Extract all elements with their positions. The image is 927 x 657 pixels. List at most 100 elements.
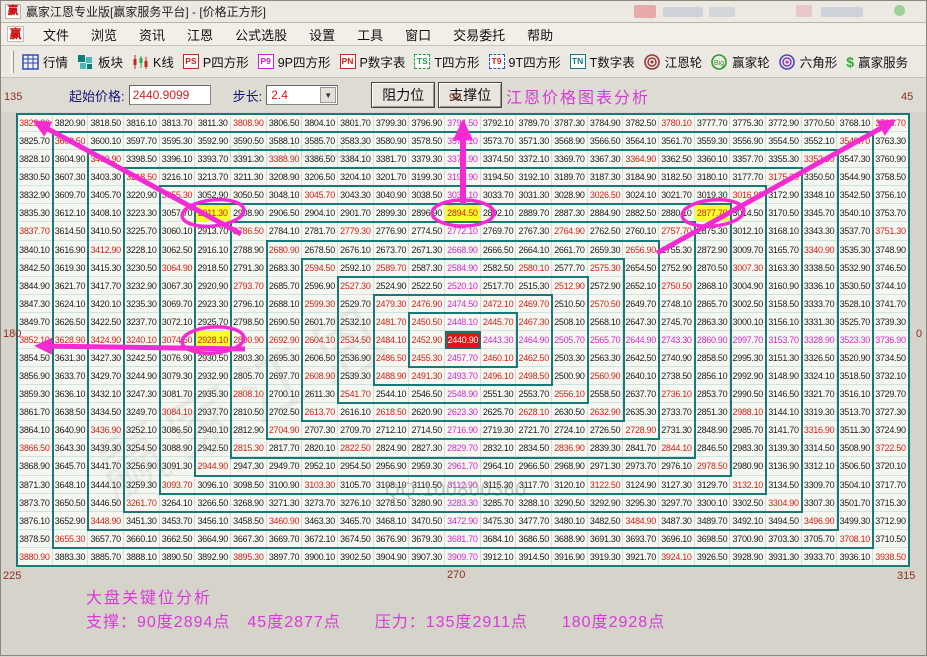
grid-cell[interactable]: 3825.70 bbox=[17, 132, 53, 150]
tool-0-quotes-table-icon[interactable]: 行情 bbox=[22, 52, 68, 71]
grid-cell[interactable]: 3352.90 bbox=[802, 150, 838, 168]
grid-cell[interactable]: 2844.10 bbox=[659, 439, 695, 457]
grid-cell[interactable]: 2515.30 bbox=[516, 277, 552, 295]
grid-cell[interactable]: 3028.90 bbox=[552, 186, 588, 204]
grid-cell[interactable]: 2976.10 bbox=[659, 457, 695, 475]
grid-cell[interactable]: 3424.90 bbox=[88, 331, 124, 349]
grid-cell[interactable]: 3254.50 bbox=[124, 439, 160, 457]
grid-cell[interactable]: 3811.30 bbox=[195, 114, 231, 132]
grid-cell[interactable]: 3292.90 bbox=[588, 494, 624, 512]
menu-item-5[interactable]: 设置 bbox=[298, 23, 346, 46]
grid-cell[interactable]: 3501.70 bbox=[837, 494, 873, 512]
grid-cell[interactable]: 3304.90 bbox=[766, 494, 802, 512]
grid-cell[interactable]: 3038.50 bbox=[409, 186, 445, 204]
grid-cell[interactable]: 3835.30 bbox=[17, 204, 53, 222]
grid-cell[interactable]: 3420.10 bbox=[88, 295, 124, 313]
grid-cell[interactable]: 3753.70 bbox=[873, 204, 909, 222]
grid-cell[interactable]: 3700.90 bbox=[730, 530, 766, 548]
grid-cell[interactable]: 2810.50 bbox=[231, 403, 267, 421]
grid-cell[interactable]: 2565.70 bbox=[588, 331, 624, 349]
grid-cell[interactable]: 3009.70 bbox=[730, 241, 766, 259]
grid-cell[interactable]: 3844.90 bbox=[17, 277, 53, 295]
grid-cell[interactable]: 2575.30 bbox=[588, 259, 624, 277]
menu-item-9[interactable]: 帮助 bbox=[516, 23, 564, 46]
grid-cell[interactable]: 3218.50 bbox=[124, 168, 160, 186]
tool-3-badge-icon[interactable]: PSP四方形 bbox=[183, 52, 249, 71]
grid-cell[interactable]: 3516.10 bbox=[837, 385, 873, 403]
grid-cell[interactable]: 2745.70 bbox=[659, 313, 695, 331]
grid-cell[interactable]: 3007.30 bbox=[730, 259, 766, 277]
grid-cell[interactable]: 2918.50 bbox=[195, 259, 231, 277]
grid-cell[interactable]: 2853.70 bbox=[695, 385, 731, 403]
grid-cell[interactable]: 3523.30 bbox=[837, 331, 873, 349]
grid-cell[interactable]: 3588.10 bbox=[267, 132, 303, 150]
grid-cell[interactable]: 2899.30 bbox=[374, 204, 410, 222]
grid-cell[interactable]: 3451.30 bbox=[124, 512, 160, 530]
grid-cell[interactable]: 2505.70 bbox=[552, 331, 588, 349]
grid-cell[interactable]: 3151.30 bbox=[766, 349, 802, 367]
grid-cell[interactable]: 3307.30 bbox=[802, 494, 838, 512]
grid-cell[interactable]: 3626.50 bbox=[53, 313, 89, 331]
grid-cell[interactable]: 2577.70 bbox=[552, 259, 588, 277]
grid-cell[interactable]: 3122.50 bbox=[588, 476, 624, 494]
grid-cell[interactable]: 3933.70 bbox=[802, 548, 838, 566]
grid-cell[interactable]: 3444.10 bbox=[88, 476, 124, 494]
grid-cell[interactable]: 3559.30 bbox=[695, 132, 731, 150]
grid-cell[interactable]: 3619.30 bbox=[53, 259, 89, 277]
grid-cell[interactable]: 3050.50 bbox=[231, 186, 267, 204]
grid-cell[interactable]: 3691.30 bbox=[588, 530, 624, 548]
grid-cell[interactable]: 3273.70 bbox=[302, 494, 338, 512]
grid-cell[interactable]: 3153.70 bbox=[766, 331, 802, 349]
grid-cell[interactable]: 3873.70 bbox=[17, 494, 53, 512]
grid-cell[interactable]: 3866.50 bbox=[17, 439, 53, 457]
grid-cell[interactable]: 3780.10 bbox=[659, 114, 695, 132]
grid-cell[interactable]: 3240.10 bbox=[124, 331, 160, 349]
grid-cell[interactable]: 2882.50 bbox=[623, 204, 659, 222]
grid-cell[interactable]: 2630.50 bbox=[552, 403, 588, 421]
grid-cell[interactable]: 2990.50 bbox=[730, 385, 766, 403]
grid-cell[interactable]: 2983.30 bbox=[730, 439, 766, 457]
grid-cell[interactable]: 3895.30 bbox=[231, 548, 267, 566]
grid-cell[interactable]: 3907.30 bbox=[409, 548, 445, 566]
grid-cell[interactable]: 3631.30 bbox=[53, 349, 89, 367]
grid-cell[interactable]: 3506.50 bbox=[837, 457, 873, 475]
grid-cell-key[interactable]: 2877.70 bbox=[695, 204, 731, 222]
grid-cell[interactable]: 3340.90 bbox=[802, 241, 838, 259]
grid-cell[interactable]: 3096.10 bbox=[195, 476, 231, 494]
grid-cell[interactable]: 3928.90 bbox=[730, 548, 766, 566]
grid-cell[interactable]: 3667.30 bbox=[231, 530, 267, 548]
grid-cell[interactable]: 2971.30 bbox=[588, 457, 624, 475]
grid-cell[interactable]: 3508.90 bbox=[837, 439, 873, 457]
grid-cell[interactable]: 2594.50 bbox=[302, 259, 338, 277]
grid-cell[interactable]: 2812.90 bbox=[231, 421, 267, 439]
grid-cell[interactable]: 2906.50 bbox=[267, 204, 303, 222]
grid-cell[interactable]: 3684.10 bbox=[481, 530, 517, 548]
grid-cell[interactable]: 3660.10 bbox=[124, 530, 160, 548]
grid-cell[interactable]: 3628.90 bbox=[53, 331, 89, 349]
grid-cell[interactable]: 3408.10 bbox=[88, 204, 124, 222]
grid-cell-key[interactable]: 2911.30 bbox=[195, 204, 231, 222]
grid-cell[interactable]: 3429.70 bbox=[88, 367, 124, 385]
grid-cell[interactable]: 3729.70 bbox=[873, 385, 909, 403]
grid-cell[interactable]: 3211.30 bbox=[231, 168, 267, 186]
grid-cell[interactable]: 2791.30 bbox=[231, 259, 267, 277]
grid-cell[interactable]: 3268.90 bbox=[231, 494, 267, 512]
grid-cell[interactable]: 3098.50 bbox=[231, 476, 267, 494]
grid-cell[interactable]: 3100.90 bbox=[267, 476, 303, 494]
grid-cell[interactable]: 3331.30 bbox=[802, 313, 838, 331]
grid-cell[interactable]: 2935.30 bbox=[195, 385, 231, 403]
grid-cell[interactable]: 2872.90 bbox=[695, 241, 731, 259]
grid-cell[interactable]: 2476.90 bbox=[409, 295, 445, 313]
grid-cell[interactable]: 2724.10 bbox=[552, 421, 588, 439]
grid-cell[interactable]: 2512.90 bbox=[552, 277, 588, 295]
grid-cell[interactable]: 3535.30 bbox=[837, 241, 873, 259]
grid-cell[interactable]: 2491.30 bbox=[409, 367, 445, 385]
grid-cell[interactable]: 2728.90 bbox=[623, 421, 659, 439]
grid-cell[interactable]: 2808.10 bbox=[231, 385, 267, 403]
grid-cell[interactable]: 3528.10 bbox=[837, 295, 873, 313]
grid-cell[interactable]: 3787.30 bbox=[552, 114, 588, 132]
grid-cell[interactable]: 3079.30 bbox=[160, 367, 196, 385]
grid-cell[interactable]: 2541.70 bbox=[338, 385, 374, 403]
grid-cell[interactable]: 2841.70 bbox=[623, 439, 659, 457]
grid-cell[interactable]: 3300.10 bbox=[695, 494, 731, 512]
